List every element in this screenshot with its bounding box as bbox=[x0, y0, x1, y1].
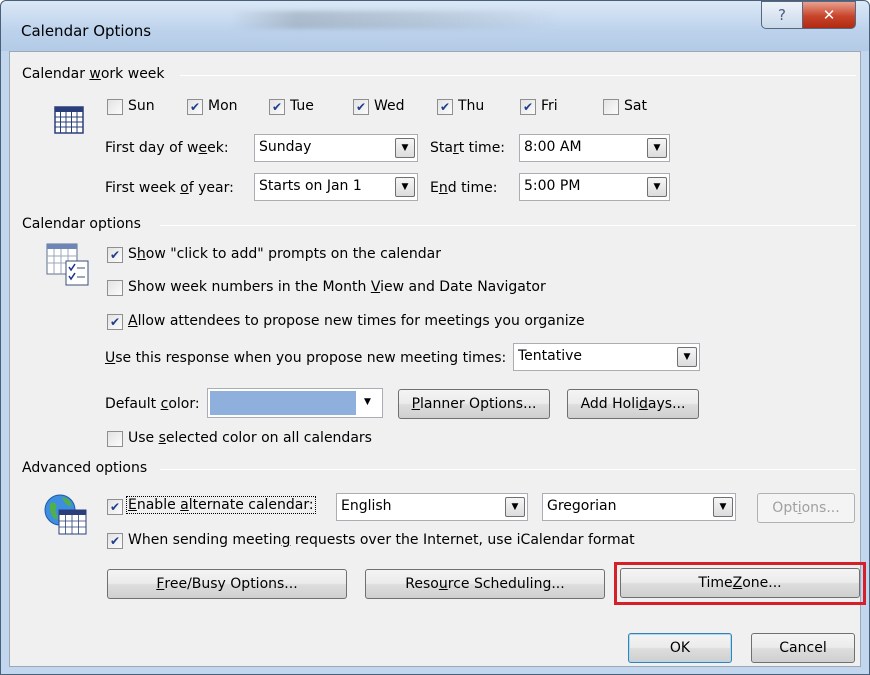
end-time-select[interactable]: 5:00 PM ▼ bbox=[519, 173, 670, 201]
resource-scheduling-button[interactable]: Reso u rce Scheduling... bbox=[365, 569, 605, 599]
close-button[interactable]: ✕ bbox=[802, 1, 856, 29]
chevron-down-icon[interactable]: ▼ bbox=[505, 497, 525, 517]
globe-calendar-icon bbox=[44, 492, 88, 536]
chevron-down-icon[interactable]: ▼ bbox=[677, 347, 697, 367]
group-divider bbox=[180, 75, 856, 76]
group-divider bbox=[160, 469, 856, 470]
close-icon: ✕ bbox=[822, 6, 836, 24]
checkbox-allow-attendees[interactable] bbox=[107, 314, 123, 330]
label-sat: Sat bbox=[624, 98, 647, 114]
alt-calendar-language-select[interactable]: English ▼ bbox=[336, 493, 528, 521]
first-day-select[interactable]: Sunday ▼ bbox=[254, 134, 418, 162]
checkbox-icalendar-format[interactable] bbox=[107, 533, 123, 549]
first-day-label: First day of week: bbox=[105, 140, 229, 156]
time-zone-button[interactable]: Time Zone... bbox=[620, 568, 860, 598]
start-time-label: Start time: bbox=[430, 140, 506, 156]
chevron-down-icon[interactable]: ▼ bbox=[395, 177, 415, 197]
ok-button[interactable]: OK bbox=[628, 633, 732, 663]
label-sun: Sun bbox=[128, 98, 155, 114]
cancel-button[interactable]: Cancel bbox=[751, 633, 855, 663]
allow-attendees-label: Allow attendees to propose new times for… bbox=[128, 313, 585, 329]
enable-alternate-calendar-label: Enable alternate calendar: bbox=[126, 496, 316, 514]
chevron-down-icon[interactable]: ▼ bbox=[395, 138, 415, 158]
label-fri: Fri bbox=[541, 98, 558, 114]
label-tue: Tue bbox=[290, 98, 314, 114]
checkbox-mon[interactable] bbox=[187, 99, 203, 115]
icalendar-format-label: When sending meeting requests over the I… bbox=[128, 532, 635, 548]
checkbox-sat[interactable] bbox=[603, 99, 619, 115]
chevron-down-icon[interactable]: ▼ bbox=[647, 177, 667, 197]
group-label-calendar-options: Calendar options bbox=[22, 216, 147, 232]
checkbox-fri[interactable] bbox=[520, 99, 536, 115]
calendar-grid-icon bbox=[54, 106, 84, 134]
show-week-numbers-label: Show week numbers in the Month View and … bbox=[128, 279, 546, 295]
start-time-select[interactable]: 8:00 AM ▼ bbox=[519, 134, 670, 162]
label-wed: Wed bbox=[374, 98, 405, 114]
group-divider bbox=[160, 225, 856, 226]
checkbox-thu[interactable] bbox=[437, 99, 453, 115]
label-thu: Thu bbox=[458, 98, 485, 114]
response-select[interactable]: Tentative ▼ bbox=[513, 343, 700, 371]
first-week-label: First week of year: bbox=[105, 180, 234, 196]
response-label: Use this response when you propose new m… bbox=[105, 350, 507, 366]
show-click-to-add-label: Show "click to add" prompts on the calen… bbox=[128, 246, 441, 262]
group-label-advanced-options: Advanced options bbox=[22, 460, 154, 476]
blurred-background-text bbox=[231, 11, 561, 29]
dialog-title: Calendar Options bbox=[21, 22, 152, 40]
end-time-label: End time: bbox=[430, 180, 498, 196]
group-label-work-week: Calendar work week bbox=[22, 66, 171, 82]
checkbox-sun[interactable] bbox=[107, 99, 123, 115]
help-icon: ? bbox=[778, 6, 786, 24]
checkbox-show-week-numbers[interactable] bbox=[107, 280, 123, 296]
default-color-label: Default color: bbox=[105, 396, 200, 412]
use-selected-color-label: Use selected color on all calendars bbox=[128, 430, 372, 446]
calendar-options-dialog: Calendar Options ? ✕ Calendar work week … bbox=[0, 0, 870, 675]
checkbox-wed[interactable] bbox=[353, 99, 369, 115]
dialog-client-area: Calendar work week Sun Mon Tue Wed Thu F… bbox=[9, 51, 866, 667]
chevron-down-icon[interactable]: ▼ bbox=[713, 497, 733, 517]
free-busy-options-button[interactable]: Free/Busy Options... bbox=[107, 569, 347, 599]
default-color-picker[interactable]: ▼ bbox=[207, 388, 383, 418]
alt-calendar-options-button[interactable]: Opt i ons... bbox=[757, 493, 855, 523]
calendar-checklist-icon bbox=[46, 243, 92, 289]
alt-calendar-type-select[interactable]: Gregorian ▼ bbox=[542, 493, 736, 521]
checkbox-tue[interactable] bbox=[269, 99, 285, 115]
chevron-down-icon[interactable]: ▼ bbox=[647, 138, 667, 158]
color-swatch bbox=[210, 391, 356, 415]
add-holidays-button[interactable]: Add Holi d ays... bbox=[567, 389, 699, 419]
checkbox-show-click-to-add[interactable] bbox=[107, 247, 123, 263]
chevron-down-icon[interactable]: ▼ bbox=[364, 397, 371, 407]
title-bar[interactable]: Calendar Options ? ✕ bbox=[1, 1, 869, 51]
help-button[interactable]: ? bbox=[761, 1, 803, 29]
first-week-select[interactable]: Starts on Jan 1 ▼ bbox=[254, 173, 418, 201]
checkbox-use-selected-color[interactable] bbox=[107, 431, 123, 447]
checkbox-enable-alternate-calendar[interactable] bbox=[107, 499, 123, 515]
label-mon: Mon bbox=[208, 98, 238, 114]
planner-options-button[interactable]: Planner Options... bbox=[398, 389, 550, 419]
